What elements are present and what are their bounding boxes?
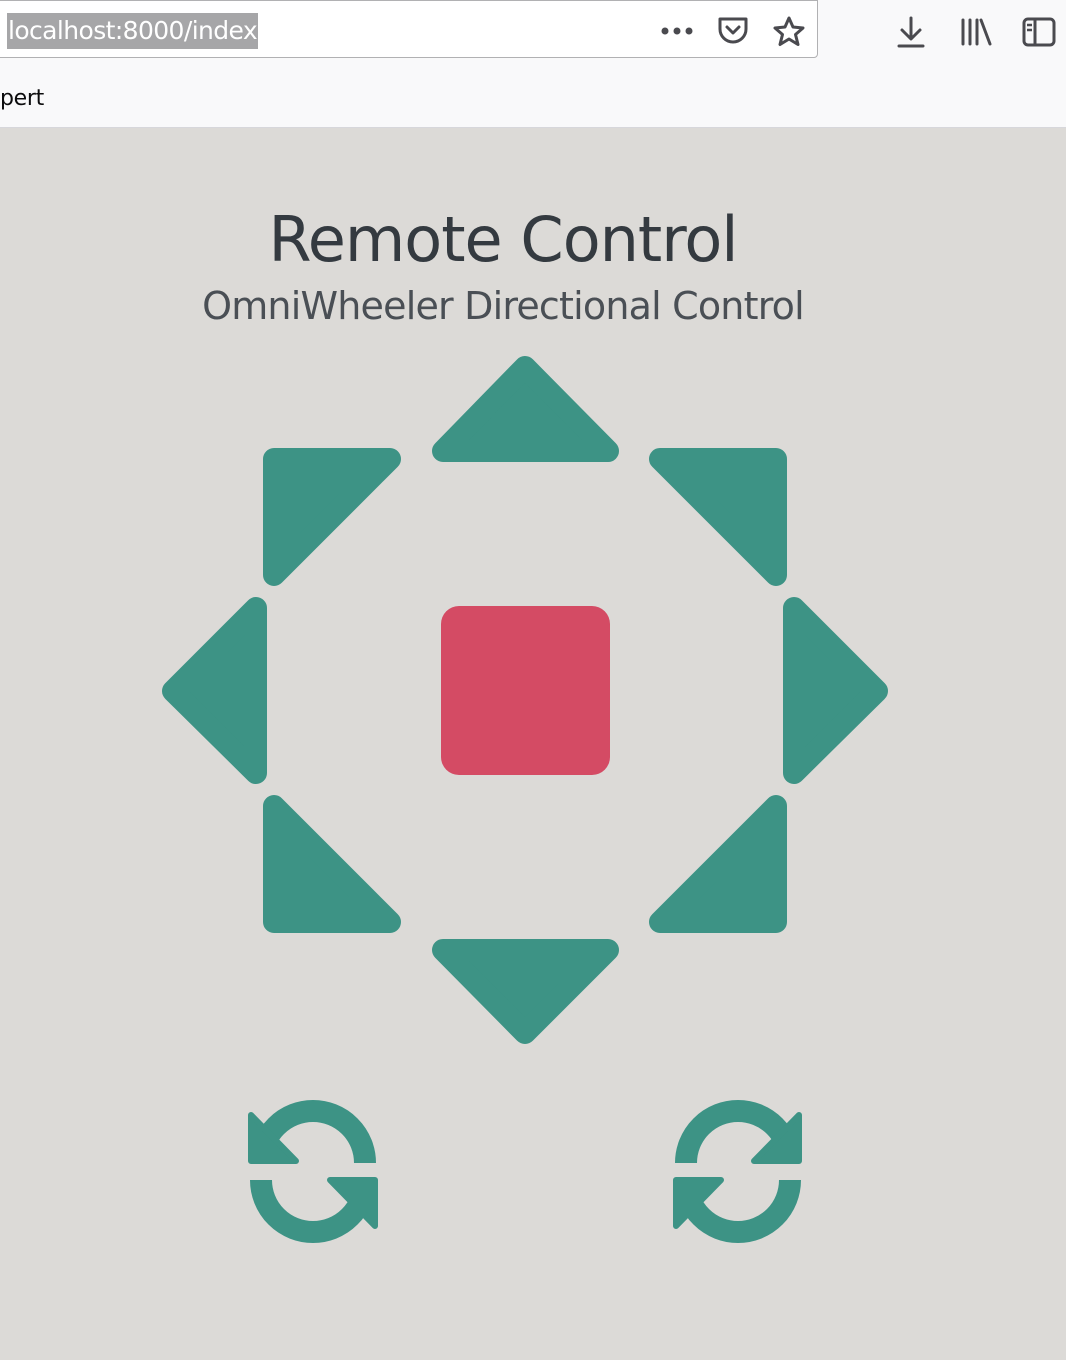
url-bar[interactable]: localhost:8000/index (0, 0, 818, 58)
forward-right-arrow-button[interactable] (649, 448, 787, 586)
backward-left-arrow-button[interactable] (263, 795, 401, 933)
download-icon[interactable] (889, 10, 933, 54)
star-icon[interactable] (769, 11, 809, 51)
forward-left-arrow-button[interactable] (263, 448, 401, 586)
pocket-icon[interactable] (713, 11, 753, 51)
more-icon[interactable] (657, 11, 697, 51)
left-arrow-button[interactable] (162, 597, 267, 784)
rotate-right-button[interactable] (673, 1100, 802, 1243)
page-subtitle: OmniWheeler Directional Control (202, 284, 805, 328)
page-title: Remote Control (268, 203, 738, 276)
url-text[interactable]: localhost:8000/index (7, 13, 259, 49)
rotate-left-button[interactable] (248, 1100, 378, 1243)
library-icon[interactable] (954, 10, 998, 54)
browser-toolbar: localhost:8000/index pert (0, 0, 1066, 128)
bookmark-item[interactable]: pert (0, 86, 44, 111)
stop-button[interactable] (441, 606, 610, 775)
right-arrow-button[interactable] (783, 597, 888, 784)
forward-arrow-button[interactable] (432, 356, 619, 462)
sidebar-icon[interactable] (1017, 10, 1061, 54)
rotate-right-icon (673, 1100, 802, 1243)
backward-arrow-button[interactable] (432, 939, 619, 1044)
backward-right-arrow-button[interactable] (649, 795, 787, 933)
rotate-left-icon (248, 1100, 378, 1243)
